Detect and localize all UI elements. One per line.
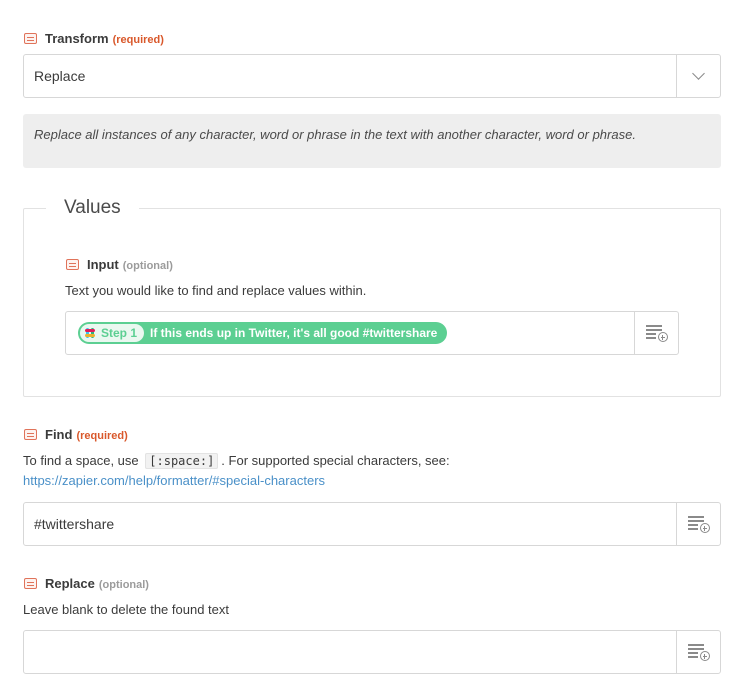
pill-value-text: If this ends up in Twitter, it's all goo… [150,326,438,340]
step-badge: Step 1 [80,324,145,342]
field-icon [24,429,37,440]
input-help-text: Text you would like to find and replace … [65,283,367,298]
dropdown-toggle[interactable] [676,55,720,97]
transform-description-text: Replace all instances of any character, … [34,127,636,142]
field-icon [24,578,37,589]
insert-data-button[interactable] [634,312,678,354]
field-icon [24,33,37,44]
transform-label: Transform (required) [45,31,164,46]
values-group [23,208,721,397]
field-icon [66,259,79,270]
replace-label-text: Replace [45,576,95,591]
input-label: Input (optional) [87,257,173,272]
find-label-text: Find [45,427,73,442]
insert-data-icon [687,643,710,661]
replace-label: Replace (optional) [45,576,149,591]
values-title: Values [46,197,139,219]
find-input[interactable]: #twittershare [23,502,721,546]
find-input-value[interactable]: #twittershare [34,516,114,532]
transform-description: Replace all instances of any character, … [23,114,721,168]
special-characters-link[interactable]: https://zapier.com/help/formatter/#speci… [23,473,325,488]
slack-icon [84,327,96,339]
required-badge: (required) [76,430,128,442]
transform-select[interactable]: Replace [23,54,721,98]
input-field[interactable]: Step 1 If this ends up in Twitter, it's … [65,311,679,355]
transform-label-text: Transform [45,31,109,46]
step-data-pill[interactable]: Step 1 If this ends up in Twitter, it's … [78,322,448,344]
required-badge: (required) [112,34,164,46]
replace-help-text: Leave blank to delete the found text [23,602,229,617]
find-help-prefix: To find a space, use [23,453,139,468]
insert-data-button[interactable] [676,631,720,673]
insert-data-icon [645,324,668,342]
optional-badge: (optional) [122,260,173,272]
find-label: Find (required) [45,427,128,442]
optional-badge: (optional) [98,579,149,591]
transform-select-value: Replace [34,68,86,84]
step-label: Step 1 [101,326,138,340]
insert-data-button[interactable] [676,503,720,545]
insert-data-icon [687,515,710,533]
find-help-text: To find a space, use [:space:]. For supp… [23,453,450,469]
chevron-down-icon [692,67,705,80]
replace-input[interactable] [23,630,721,674]
space-code: [:space:] [145,453,219,469]
input-label-text: Input [87,257,119,272]
find-help-suffix: . For supported special characters, see: [221,453,450,468]
